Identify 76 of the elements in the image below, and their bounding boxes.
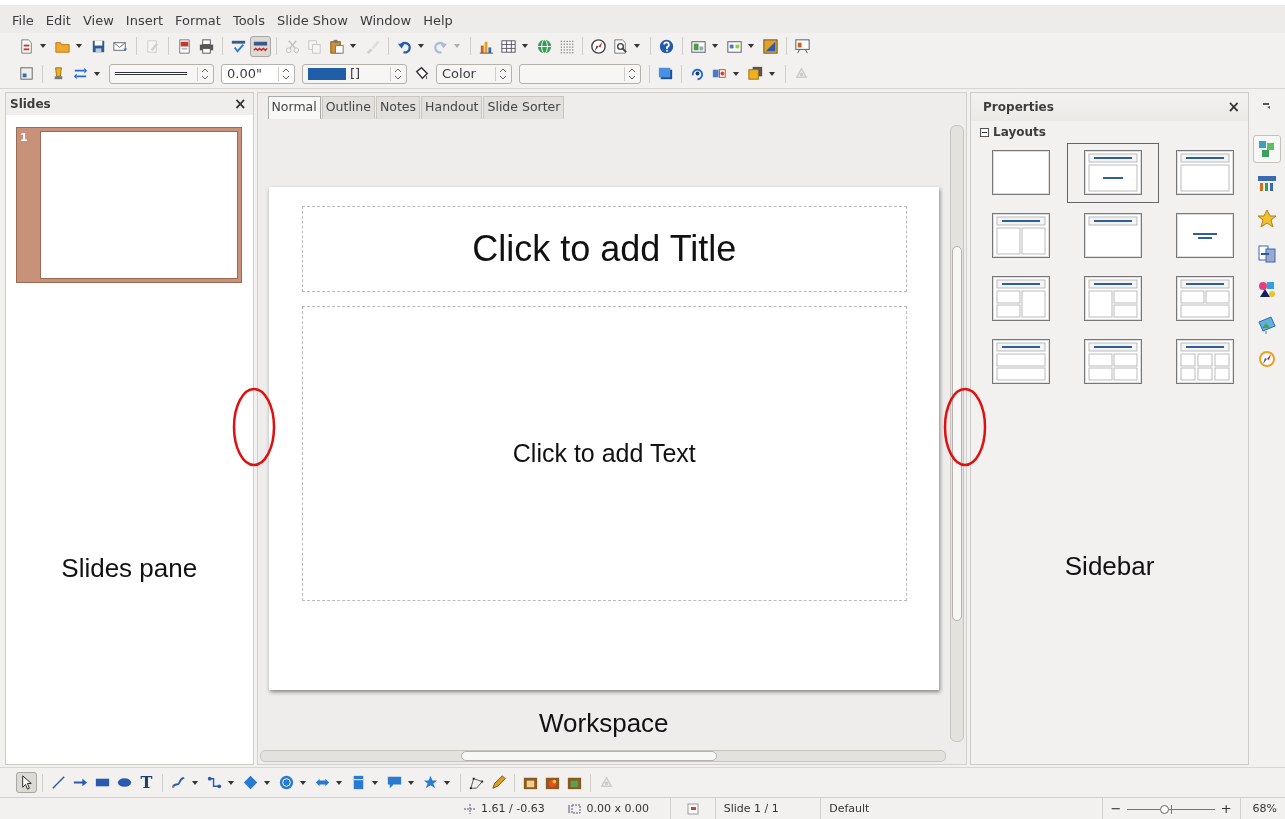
slide-counter: Slide 1 / 1 [714, 798, 821, 819]
menu-item[interactable]: Help [417, 12, 459, 28]
annotation-label: Workspace [539, 708, 669, 739]
caret-icon[interactable] [264, 780, 270, 785]
size-icon [568, 802, 583, 815]
slider-thumb[interactable] [1160, 804, 1170, 814]
annotation-label: Slides pane [61, 553, 198, 584]
panel-title: Properties [983, 100, 1054, 114]
pane-title: Slides [10, 97, 51, 111]
close-button[interactable]: × [1227, 98, 1241, 116]
collapse-icon[interactable] [980, 127, 990, 137]
caret-icon[interactable] [40, 44, 46, 48]
menu-item[interactable]: Window [353, 12, 418, 28]
caret-icon[interactable] [733, 71, 739, 76]
pointer-icon[interactable] [16, 772, 37, 793]
view-tab[interactable]: Notes [375, 96, 421, 119]
caret-icon[interactable] [769, 71, 775, 76]
caret-icon[interactable] [300, 780, 306, 785]
horizontal-scrollbar[interactable] [259, 750, 947, 762]
line-width-field[interactable]: 0.00" [221, 63, 295, 84]
caret-icon[interactable] [336, 780, 342, 785]
view-tab[interactable]: Handout [421, 96, 483, 119]
view-tab[interactable]: Normal [267, 96, 321, 119]
spin-icon[interactable] [278, 66, 291, 81]
annotation-label: Sidebar [1064, 551, 1155, 582]
caret-icon[interactable] [634, 44, 640, 48]
caret-icon[interactable] [76, 44, 82, 48]
placeholder-text: Click to add Title [472, 228, 737, 270]
caret-icon[interactable] [192, 780, 198, 785]
spin-icon[interactable] [390, 66, 403, 81]
view-tab[interactable]: Slide Sorter [483, 96, 565, 119]
zoom-slider[interactable] [1127, 803, 1215, 814]
layout-thumbnail[interactable] [1067, 143, 1160, 203]
spin-icon[interactable] [495, 66, 508, 81]
caret-icon[interactable] [522, 44, 528, 48]
zoom-in-button[interactable]: + [1220, 801, 1232, 816]
menu-item[interactable]: Format [169, 12, 227, 28]
slide-number: 1 [20, 131, 29, 146]
spellcheck-icon[interactable] [250, 35, 271, 57]
size-readout: 0.00 x 0.00 [586, 802, 649, 815]
document-status-icon[interactable] [686, 802, 699, 815]
caret-icon[interactable] [712, 44, 718, 48]
caret-icon[interactable] [408, 780, 414, 785]
position-readout: 1.61 / -0.63 [481, 802, 545, 815]
caret-icon[interactable] [94, 71, 100, 76]
caret-icon[interactable] [228, 780, 234, 785]
caret-icon[interactable] [748, 44, 754, 48]
title-placeholder[interactable]: Click to add Title [301, 206, 907, 292]
placeholder-text: Click to add Text [512, 439, 696, 468]
zoom-percentage: 68% [1239, 798, 1285, 819]
line-color-dropdown[interactable]: [] [302, 63, 407, 84]
menu-item[interactable]: Slide Show [270, 12, 354, 28]
menu-icon[interactable] [1262, 100, 1273, 110]
area-style-dropdown[interactable]: Color [436, 63, 512, 84]
zoom-out-button[interactable]: − [1110, 801, 1122, 816]
position-icon [463, 802, 477, 815]
section-title: Layouts [993, 125, 1046, 139]
menu-item[interactable]: Edit [39, 12, 77, 28]
menu-item[interactable]: File [6, 12, 40, 28]
spin-icon[interactable] [624, 66, 637, 81]
caret-icon[interactable] [372, 780, 378, 785]
spin-icon[interactable] [197, 66, 210, 81]
cubes-icon[interactable] [1253, 135, 1282, 163]
menu-item[interactable]: Insert [119, 12, 170, 28]
caret-icon[interactable] [418, 44, 424, 48]
caret-icon[interactable] [350, 44, 356, 48]
menu-item[interactable]: View [76, 12, 120, 28]
line-style-dropdown[interactable] [109, 63, 214, 84]
vertical-scrollbar[interactable] [950, 125, 965, 742]
text-tool[interactable]: T [136, 772, 157, 793]
menu-item[interactable]: Tools [226, 12, 271, 28]
text-placeholder[interactable]: Click to add Text [301, 306, 907, 601]
master-name: Default [820, 798, 1102, 819]
close-button[interactable]: × [233, 95, 247, 113]
view-tab[interactable]: Outline [321, 96, 375, 119]
caret-icon[interactable] [444, 780, 450, 785]
